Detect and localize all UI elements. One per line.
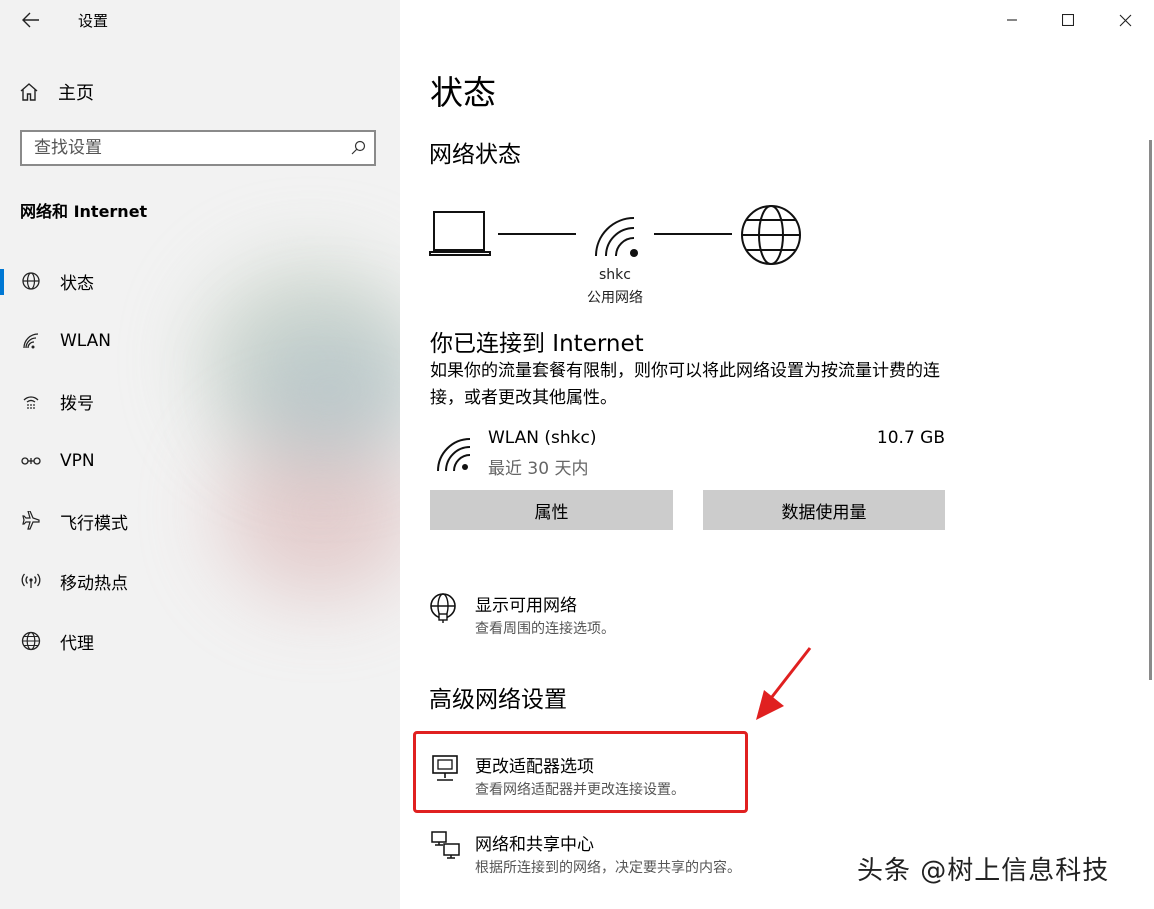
sharing-center-link[interactable]: 网络和共享中心 根据所连接到的网络，决定要共享的内容。 <box>475 830 741 877</box>
watermark-text: 头条 @树上信息科技 <box>857 856 1110 886</box>
sharing-center-desc: 根据所连接到的网络，决定要共享的内容。 <box>475 860 741 876</box>
maximize-icon <box>1062 14 1074 26</box>
sidebar-item-label: 代理 <box>60 633 94 654</box>
sidebar-item-wlan[interactable]: WLAN <box>0 319 400 363</box>
properties-button[interactable]: 属性 <box>430 490 673 530</box>
advanced-settings-heading: 高级网络设置 <box>429 687 567 713</box>
wifi-connection-icon <box>437 438 471 472</box>
page-title: 状态 <box>430 73 496 112</box>
sharing-center-title: 网络和共享中心 <box>475 835 594 855</box>
section-heading: 网络和 Internet <box>20 202 148 221</box>
sidebar-item-dialup[interactable]: 拨号 <box>0 379 400 423</box>
sidebar-item-home[interactable]: 主页 <box>18 76 318 108</box>
sidebar-item-label: 状态 <box>60 273 94 294</box>
hotspot-icon <box>20 570 42 592</box>
home-icon <box>20 83 38 101</box>
airplane-icon <box>20 510 42 532</box>
sidebar-item-status[interactable]: 状态 <box>0 259 400 303</box>
arrow-left-icon <box>22 12 39 28</box>
show-networks-title: 显示可用网络 <box>475 596 577 616</box>
close-button[interactable] <box>1110 6 1140 34</box>
connected-description: 如果你的流量套餐有限制，则你可以将此网络设置为按流量计费的连接，或者更改其他属性… <box>430 361 940 408</box>
sidebar-item-airplane[interactable]: 飞行模式 <box>0 499 400 543</box>
laptop-icon <box>429 211 491 256</box>
internet-globe-icon <box>741 205 801 265</box>
home-label: 主页 <box>58 83 94 104</box>
network-name: shkc <box>599 267 631 283</box>
sidebar-item-label: 拨号 <box>60 393 94 414</box>
data-usage-button[interactable]: 数据使用量 <box>703 490 945 530</box>
scrollbar-thumb[interactable] <box>1149 140 1152 680</box>
sidebar: 设置 主页 网络和 Internet 状态 <box>0 0 400 909</box>
wifi-icon <box>20 330 42 352</box>
connected-heading: 你已连接到 Internet <box>430 331 644 357</box>
minimize-button[interactable] <box>997 6 1027 34</box>
sidebar-item-label: VPN <box>60 451 95 471</box>
back-button[interactable] <box>14 6 48 34</box>
minimize-icon <box>1007 19 1017 21</box>
sidebar-item-proxy[interactable]: 代理 <box>0 619 400 663</box>
sidebar-item-hotspot[interactable]: 移动热点 <box>0 559 400 603</box>
data-usage-value: 10.7 GB <box>876 428 945 448</box>
sharing-center-icon <box>431 831 460 859</box>
show-networks-desc: 查看周围的连接选项。 <box>475 621 615 637</box>
network-type: 公用网络 <box>587 290 643 306</box>
show-networks-link[interactable]: 显示可用网络 查看周围的连接选项。 <box>475 591 615 638</box>
network-status-heading: 网络状态 <box>429 142 521 168</box>
connection-period: 最近 30 天内 <box>488 459 589 479</box>
annotation-arrow <box>756 647 812 720</box>
search-box[interactable] <box>20 130 376 166</box>
sidebar-item-label: 飞行模式 <box>60 513 128 534</box>
dialup-icon <box>20 390 42 412</box>
search-icon[interactable] <box>342 140 374 156</box>
globe-icon <box>20 630 42 652</box>
annotation-highlight-box <box>413 731 748 813</box>
vpn-icon <box>20 450 42 472</box>
sidebar-item-label: WLAN <box>60 331 112 351</box>
available-networks-icon <box>430 593 456 623</box>
wifi-large-icon <box>595 217 638 257</box>
connection-name: WLAN (shkc) <box>488 428 597 448</box>
close-icon <box>1119 14 1131 26</box>
sidebar-item-vpn[interactable]: VPN <box>0 439 400 483</box>
globe-status-icon <box>20 270 42 292</box>
app-title: 设置 <box>78 12 109 30</box>
maximize-button[interactable] <box>1053 6 1083 34</box>
sidebar-item-label: 移动热点 <box>60 573 128 594</box>
search-input[interactable] <box>22 132 342 164</box>
network-diagram <box>429 205 801 265</box>
